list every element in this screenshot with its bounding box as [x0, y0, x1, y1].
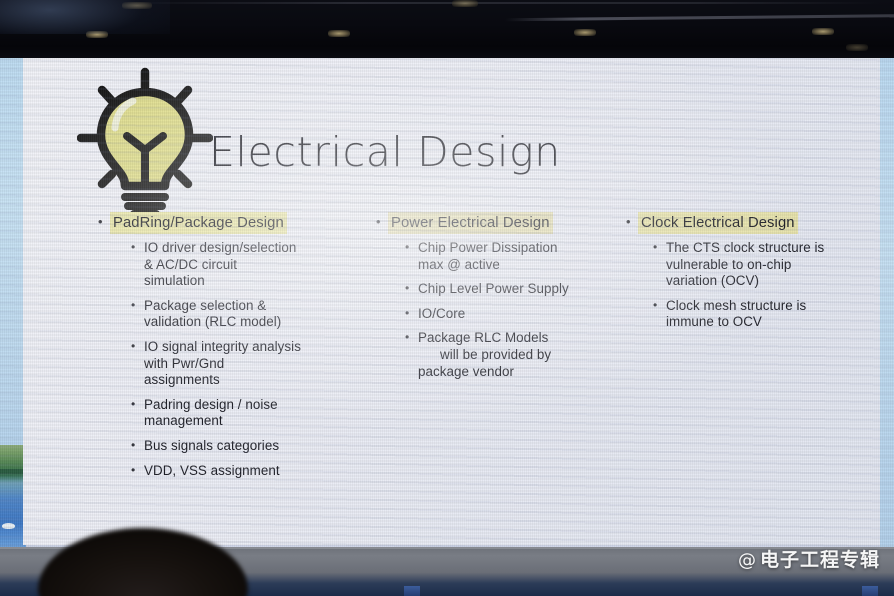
list-item: Padring design / noise management — [131, 396, 348, 430]
watermark-text: 电子工程专辑 — [759, 549, 880, 571]
wallpaper-boat — [2, 523, 15, 529]
bullet-line: Package RLC Models — [418, 330, 549, 346]
column-clock-electrical-design: • Clock Electrical Design The CTS clock … — [626, 212, 861, 339]
list-item: IO driver design/selection & AC/DC circu… — [131, 239, 348, 290]
bullet-line: Chip Level Power Supply — [418, 281, 569, 297]
bullet-line: VDD, VSS assignment — [144, 462, 280, 478]
bullet-line: max @ active — [418, 256, 500, 272]
list-item: Package RLC Models will be provided by p… — [405, 329, 616, 380]
bullet-line: package vendor — [418, 363, 514, 379]
list-item: Chip Level Power Supply — [405, 280, 616, 298]
column-heading: Clock Electrical Design — [638, 212, 798, 234]
list-item: Chip Power Dissipation max @ active — [405, 239, 616, 273]
lightbulb-icon — [76, 66, 214, 218]
ceiling-light — [574, 29, 596, 36]
ceiling-light — [452, 0, 478, 7]
bullet-line: vulnerable to on-chip — [666, 256, 792, 272]
list-item: Bus signals categories — [131, 437, 348, 455]
bullet-line: validation (RLC model) — [144, 314, 282, 330]
ceiling-light — [328, 30, 350, 37]
bullet-line: IO signal integrity analysis — [144, 338, 301, 354]
list-item: Package selection & validation (RLC mode… — [131, 297, 348, 331]
watermark-at-symbol: @ — [737, 550, 757, 571]
bullet-list: Chip Power Dissipation max @ active Chip… — [376, 239, 616, 380]
list-item: Clock mesh structure is immune to OCV — [653, 297, 861, 331]
bullet-list: The CTS clock structure is vulnerable to… — [626, 239, 861, 331]
bullet-line: Bus signals categories — [144, 437, 280, 453]
bullet-line: with Pwr/Gnd — [144, 355, 225, 371]
ceiling-light — [812, 28, 834, 35]
watermark: @ 电子工程专辑 — [738, 545, 880, 572]
bullet-line: Clock mesh structure is — [666, 297, 807, 313]
bullet-line: Padring design / noise — [144, 396, 278, 412]
auditorium-ceiling — [0, 0, 894, 60]
floor-light — [404, 586, 420, 596]
floor-light — [862, 586, 878, 596]
list-item: VDD, VSS assignment — [131, 462, 348, 480]
column-power-electrical-design: • Power Electrical Design Chip Power Dis… — [376, 212, 616, 388]
bullet-glyph: • — [376, 214, 381, 229]
ceiling-beam-upper — [120, 2, 880, 4]
ceiling-beam-lower — [505, 11, 894, 22]
bullet-line: & AC/DC circuit — [144, 256, 238, 272]
column-heading-row: • Clock Electrical Design — [626, 212, 861, 234]
bullet-line-indented: will be provided by — [440, 346, 552, 362]
bullet-line: IO/Core — [418, 305, 466, 321]
bullet-line: management — [144, 413, 223, 429]
column-heading-row: • Power Electrical Design — [376, 212, 616, 234]
bullet-line: The CTS clock structure is — [666, 240, 825, 255]
slide-title: Electrical Design — [209, 128, 561, 176]
bullet-line: Package selection & — [144, 297, 267, 313]
presentation-slide: Electrical Design • PadRing/Package Desi… — [23, 58, 880, 545]
bullet-line: Chip Power Dissipation — [418, 240, 558, 255]
bullet-line: simulation — [144, 273, 205, 289]
photo-frame: Electrical Design • PadRing/Package Desi… — [0, 0, 894, 596]
column-heading-row: • PadRing/Package Design — [98, 212, 348, 234]
bullet-line: IO driver design/selection — [144, 240, 297, 255]
bullet-line: variation (OCV) — [666, 273, 760, 289]
bullet-glyph: • — [626, 214, 631, 229]
bullet-line: assignments — [144, 372, 220, 388]
ceiling-light — [846, 44, 868, 51]
desktop-background-right — [880, 58, 894, 547]
column-padring-package-design: • PadRing/Package Design IO driver desig… — [98, 212, 348, 487]
column-heading: Power Electrical Design — [388, 212, 553, 234]
list-item: IO signal integrity analysis with Pwr/Gn… — [131, 338, 348, 389]
list-item: The CTS clock structure is vulnerable to… — [653, 239, 861, 290]
bullet-list: IO driver design/selection & AC/DC circu… — [98, 239, 348, 480]
ceiling-glow — [0, 0, 170, 34]
led-presentation-screen: Electrical Design • PadRing/Package Desi… — [0, 58, 894, 547]
list-item: IO/Core — [405, 305, 616, 323]
bullet-glyph: • — [98, 214, 103, 229]
column-heading: PadRing/Package Design — [110, 212, 287, 234]
bullet-line: immune to OCV — [666, 314, 762, 330]
